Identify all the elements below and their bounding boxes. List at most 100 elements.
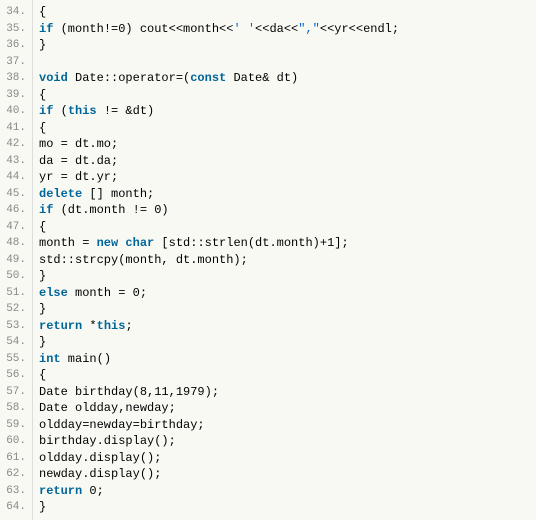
code-body: { if (month!=0) cout<<month<<' '<<da<<","… — [33, 0, 536, 520]
code-line: } — [39, 268, 530, 285]
keyword-token: delete — [39, 187, 82, 201]
code-token: birthday.display(); — [39, 434, 176, 448]
line-number: 43. — [4, 153, 30, 170]
code-token: (dt.month != 0) — [53, 203, 168, 217]
code-token: month = — [39, 236, 97, 250]
line-number: 46. — [4, 202, 30, 219]
keyword-token: char — [125, 236, 154, 250]
code-token: [std::strlen(dt.month)+1]; — [154, 236, 348, 250]
code-token: newday.display(); — [39, 467, 161, 481]
line-number: 34. — [4, 4, 30, 21]
line-number: 61. — [4, 450, 30, 467]
code-token: Date birthday(8,11,1979); — [39, 385, 219, 399]
code-line: Date oldday,newday; — [39, 400, 530, 417]
line-number: 57. — [4, 384, 30, 401]
code-line: delete [] month; — [39, 186, 530, 203]
code-line: birthday.display(); — [39, 433, 530, 450]
keyword-token: if — [39, 22, 53, 36]
keyword-token: this — [68, 104, 97, 118]
code-token: 0; — [82, 484, 104, 498]
code-token: std::strcpy(month, dt.month); — [39, 253, 248, 267]
code-token: <<yr<<endl; — [320, 22, 399, 36]
code-line: month = new char [std::strlen(dt.month)+… — [39, 235, 530, 252]
line-number: 42. — [4, 136, 30, 153]
code-line: return *this; — [39, 318, 530, 335]
code-line: { — [39, 87, 530, 104]
keyword-token: new — [97, 236, 119, 250]
code-line: std::strcpy(month, dt.month); — [39, 252, 530, 269]
code-line: int main() — [39, 351, 530, 368]
code-token: { — [39, 368, 46, 382]
code-line: Date birthday(8,11,1979); — [39, 384, 530, 401]
keyword-token: this — [97, 319, 126, 333]
line-number: 53. — [4, 318, 30, 335]
code-line: oldday.display(); — [39, 450, 530, 467]
keyword-token: if — [39, 203, 53, 217]
line-number: 49. — [4, 252, 30, 269]
code-line: { — [39, 4, 530, 21]
code-token: { — [39, 220, 46, 234]
line-number: 35. — [4, 21, 30, 38]
line-number: 58. — [4, 400, 30, 417]
line-number: 37. — [4, 54, 30, 71]
code-line: newday.display(); — [39, 466, 530, 483]
code-line: mo = dt.mo; — [39, 136, 530, 153]
keyword-token: if — [39, 104, 53, 118]
line-number: 56. — [4, 367, 30, 384]
line-number: 39. — [4, 87, 30, 104]
keyword-token: else — [39, 286, 68, 300]
code-token: mo = dt.mo; — [39, 137, 118, 151]
code-token: * — [82, 319, 96, 333]
code-line: } — [39, 301, 530, 318]
line-number: 47. — [4, 219, 30, 236]
code-token: } — [39, 335, 46, 349]
keyword-token: int — [39, 352, 61, 366]
code-line: } — [39, 37, 530, 54]
code-line: da = dt.da; — [39, 153, 530, 170]
code-token: } — [39, 302, 46, 316]
line-number: 60. — [4, 433, 30, 450]
code-line: } — [39, 499, 530, 516]
line-number: 51. — [4, 285, 30, 302]
keyword-token: void — [39, 71, 68, 85]
line-number: 62. — [4, 466, 30, 483]
line-number: 45. — [4, 186, 30, 203]
code-line: else month = 0; — [39, 285, 530, 302]
code-token: Date& dt) — [226, 71, 298, 85]
line-number: 50. — [4, 268, 30, 285]
line-number: 48. — [4, 235, 30, 252]
code-token: yr = dt.yr; — [39, 170, 118, 184]
keyword-token: return — [39, 484, 82, 498]
code-token: da = dt.da; — [39, 154, 118, 168]
code-token: } — [39, 38, 46, 52]
code-token: Date::operator=( — [68, 71, 190, 85]
line-number: 41. — [4, 120, 30, 137]
line-number: 36. — [4, 37, 30, 54]
code-line: if (month!=0) cout<<month<<' '<<da<<","<… — [39, 21, 530, 38]
code-token: <<da<< — [255, 22, 298, 36]
line-number: 64. — [4, 499, 30, 516]
code-line: { — [39, 367, 530, 384]
string-token: "," — [298, 22, 320, 36]
line-number: 55. — [4, 351, 30, 368]
line-number: 38. — [4, 70, 30, 87]
code-line: if (this != &dt) — [39, 103, 530, 120]
code-token: { — [39, 121, 46, 135]
code-token: [] month; — [82, 187, 154, 201]
code-line: oldday=newday=birthday; — [39, 417, 530, 434]
code-line — [39, 54, 530, 71]
code-token: } — [39, 500, 46, 514]
keyword-token: return — [39, 319, 82, 333]
line-number: 59. — [4, 417, 30, 434]
code-line: if (dt.month != 0) — [39, 202, 530, 219]
code-line: { — [39, 219, 530, 236]
line-number: 40. — [4, 103, 30, 120]
code-token: (month!=0) cout<<month<< — [53, 22, 233, 36]
code-token: main() — [61, 352, 111, 366]
code-token: { — [39, 5, 46, 19]
line-number: 52. — [4, 301, 30, 318]
code-token: } — [39, 269, 46, 283]
code-line: yr = dt.yr; — [39, 169, 530, 186]
code-block: 34.35.36.37.38.39.40.41.42.43.44.45.46.4… — [0, 0, 536, 520]
code-line: { — [39, 120, 530, 137]
